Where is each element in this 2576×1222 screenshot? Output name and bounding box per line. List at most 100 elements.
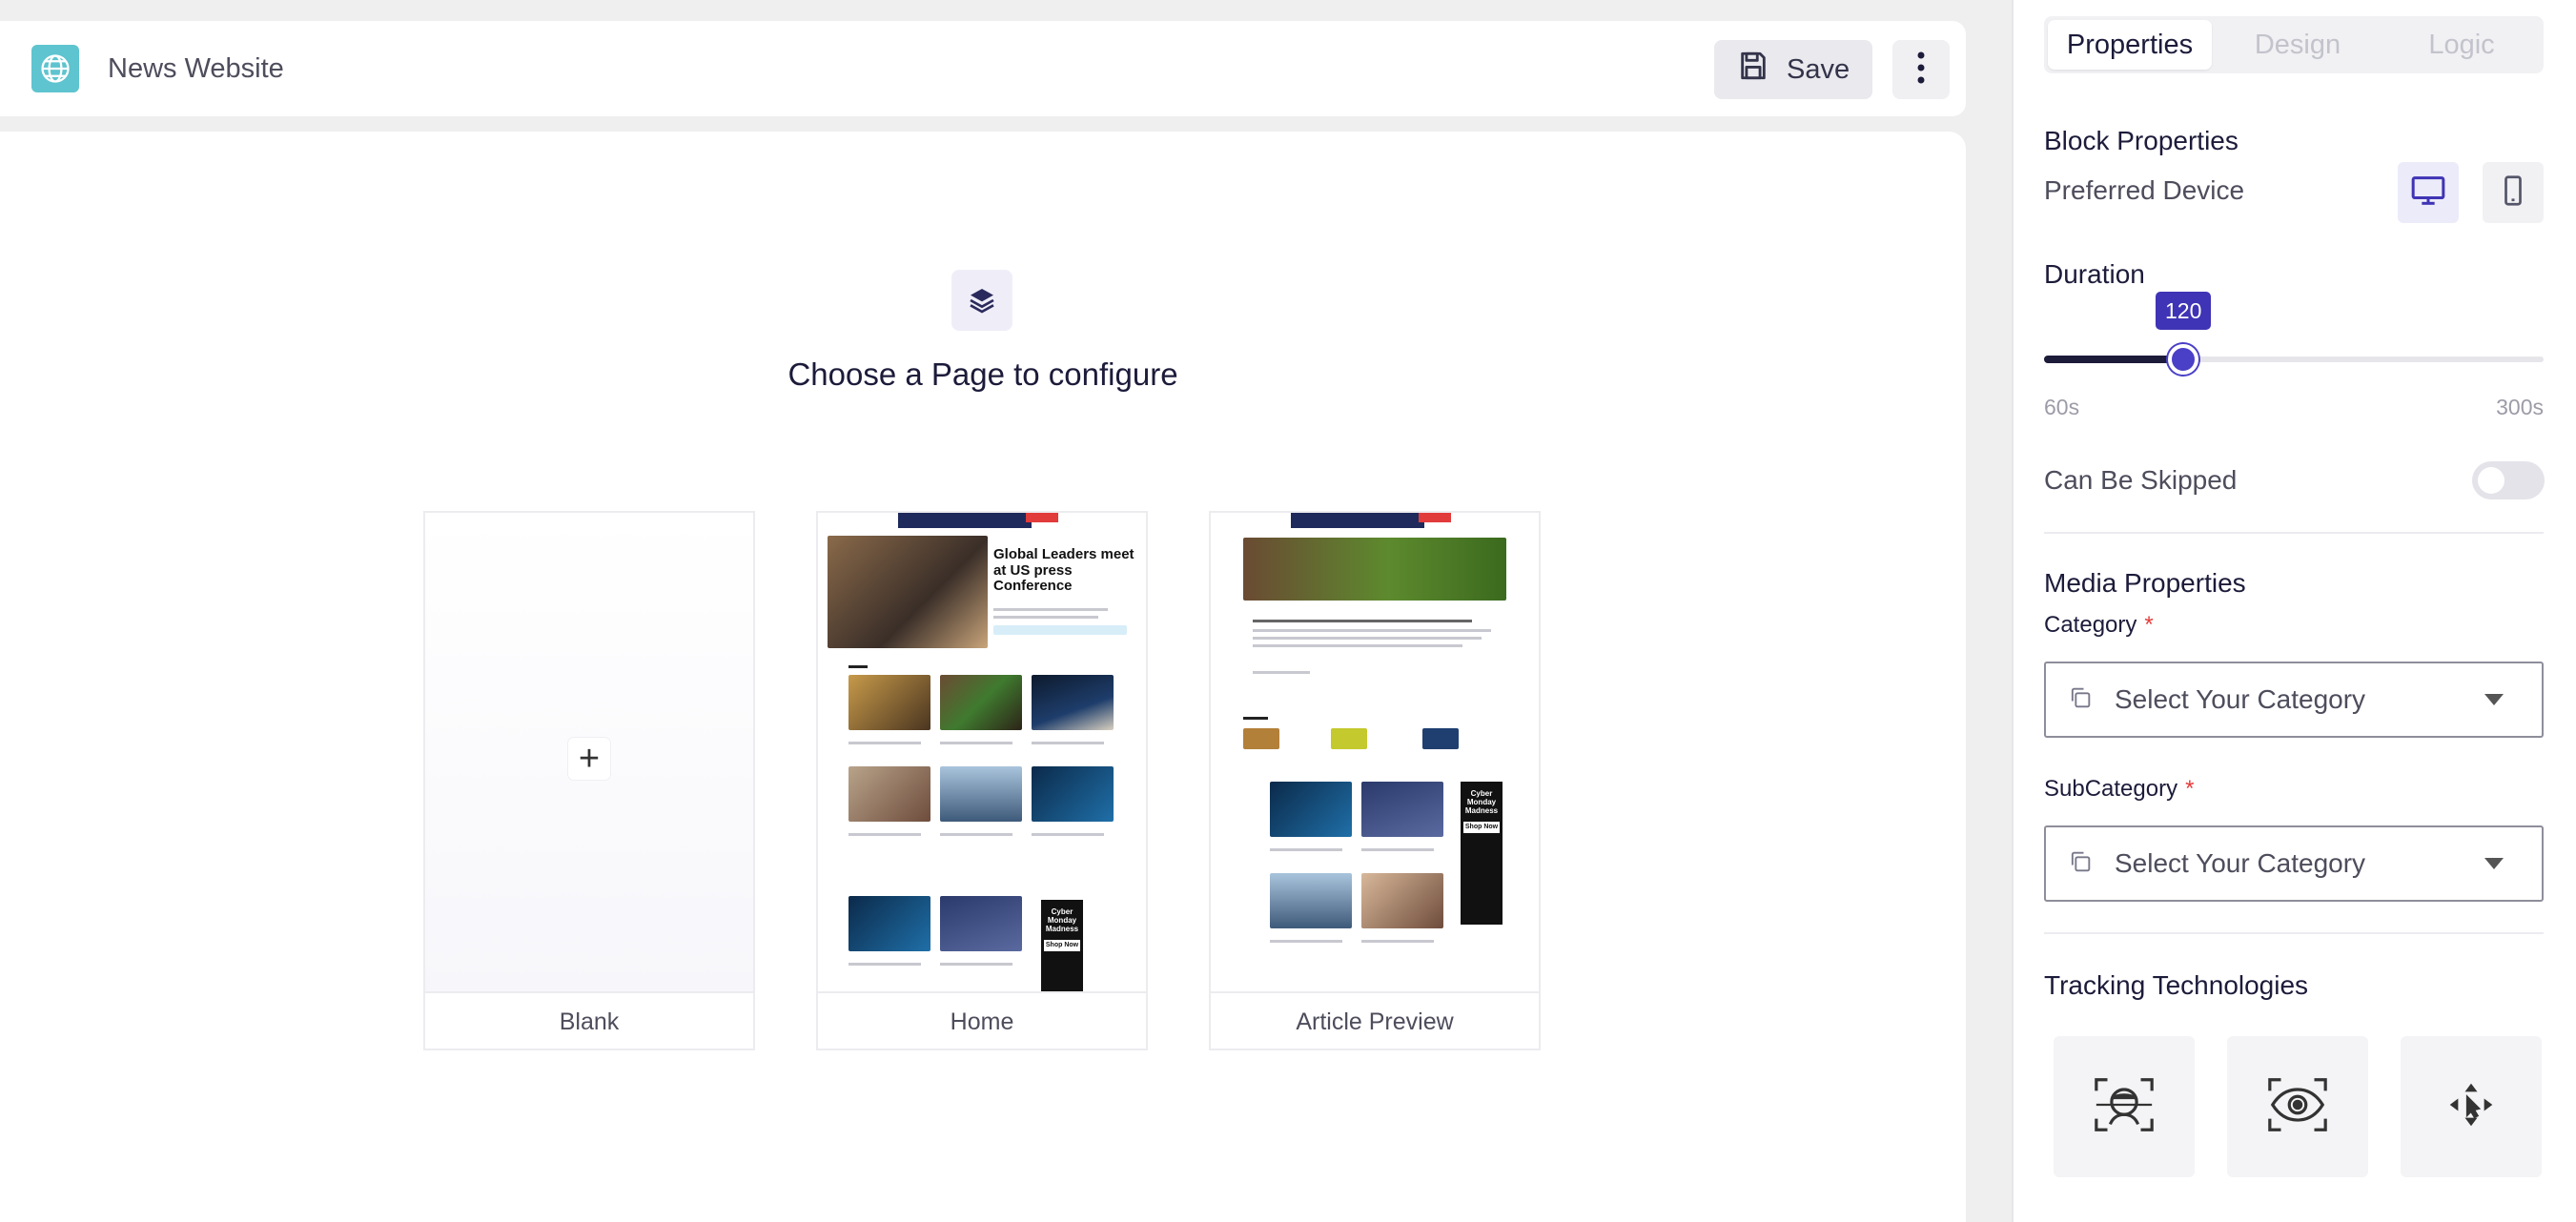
thumbnail-image <box>1361 873 1443 928</box>
thumbnail-badge <box>1026 513 1058 522</box>
thumbnail-text-line <box>1253 629 1491 632</box>
thumbnail-ad-button: Shop Now <box>1044 939 1080 951</box>
copy-icon <box>2067 848 2094 880</box>
vertical-dots-icon <box>1916 51 1926 90</box>
thumbnail-text-line <box>940 742 1012 744</box>
thumbnail-ad: Cyber Monday Madness Shop Now <box>1041 900 1083 993</box>
required-mark: * <box>2144 612 2154 638</box>
mobile-device-button[interactable] <box>2483 162 2544 223</box>
thumbnail-text-line <box>848 833 921 836</box>
thumbnail-text-line <box>993 608 1108 611</box>
subcategory-label-text: SubCategory <box>2044 776 2178 802</box>
can-be-skipped-label: Can Be Skipped <box>2044 465 2238 495</box>
thumbnail-text-line <box>1253 644 1462 647</box>
thumbnail-text-line <box>1361 940 1434 943</box>
properties-panel: Properties Design Logic Block Properties… <box>2012 0 2576 1222</box>
more-options-button[interactable] <box>1892 40 1950 99</box>
duration-max-label: 300s <box>2496 395 2544 419</box>
category-label: Category * <box>2044 612 2154 639</box>
thumbnail-text-line <box>940 963 1012 966</box>
eye-scan-icon <box>2264 1071 2331 1143</box>
thumbnail-search-bar <box>993 625 1127 635</box>
duration-min-label: 60s <box>2044 395 2080 419</box>
page-card-home[interactable]: Global Leaders meet at US press Conferen… <box>816 511 1148 1050</box>
tab-design[interactable]: Design <box>2216 16 2380 73</box>
subcategory-label: SubCategory * <box>2044 776 2194 803</box>
duration-value-tooltip: 120 <box>2156 292 2212 330</box>
thumbnail-text-line <box>1361 848 1434 851</box>
thumbnail-image <box>1331 728 1367 749</box>
duration-slider-handle[interactable] <box>2168 344 2198 375</box>
thumbnail-image <box>1243 728 1279 749</box>
thumbnail-headline: Global Leaders meet at US press Conferen… <box>993 546 1135 594</box>
thumbnail-image <box>1422 728 1459 749</box>
tab-logic[interactable]: Logic <box>2380 16 2544 73</box>
thumbnail-text-line <box>848 742 921 744</box>
thumbnail-text-line <box>1253 637 1482 640</box>
page-chooser-canvas: Choose a Page to configure + Blank Globa… <box>0 132 1966 1222</box>
page-thumbnail: Cyber Monday Madness Shop Now <box>1211 513 1539 993</box>
thumbnail-hero-image <box>828 536 988 648</box>
desktop-device-button[interactable] <box>2398 162 2459 223</box>
panel-tabs: Properties Design Logic <box>2044 16 2544 73</box>
thumbnail-image <box>940 675 1022 730</box>
desktop-icon <box>2409 172 2447 214</box>
copy-icon <box>2067 684 2094 716</box>
duration-title: Duration <box>2044 259 2145 289</box>
page-thumbnail: + <box>425 513 753 993</box>
subcategory-select-value: Select Your Category <box>2115 848 2366 878</box>
thumbnail-image <box>1270 782 1352 837</box>
can-be-skipped-toggle[interactable] <box>2472 461 2545 499</box>
page-thumbnail: Global Leaders meet at US press Conferen… <box>818 513 1146 993</box>
thumbnail-text-line <box>993 616 1098 619</box>
plus-icon[interactable]: + <box>568 738 610 780</box>
thumbnail-image <box>1361 782 1443 837</box>
page-card-article-preview[interactable]: Cyber Monday Madness Shop Now Article Pr… <box>1209 511 1541 1050</box>
page-card-label: Home <box>818 991 1146 1049</box>
pointer-scan-icon <box>2443 1076 2500 1138</box>
thumbnail-text-line <box>1032 833 1104 836</box>
thumbnail-image <box>848 675 930 730</box>
thumbnail-ad-button: Shop Now <box>1463 821 1500 833</box>
thumbnail-ad: Cyber Monday Madness Shop Now <box>1461 782 1503 925</box>
chevron-down-icon <box>2484 858 2504 869</box>
tracking-technologies-title: Tracking Technologies <box>2044 970 2309 1000</box>
media-properties-title: Media Properties <box>2044 568 2246 598</box>
thumbnail-text-line <box>1253 620 1472 622</box>
block-properties-title: Block Properties <box>2044 126 2239 155</box>
eye-tracking-option[interactable] <box>2227 1036 2368 1177</box>
thumbnail-ad-text: Cyber Monday Madness <box>1464 789 1499 816</box>
pointer-tracking-option[interactable] <box>2401 1036 2542 1177</box>
duration-slider-fill <box>2044 356 2183 363</box>
globe-icon <box>31 45 79 92</box>
editor-header: News Website Save <box>0 21 1966 116</box>
thumbnail-image <box>1032 766 1114 822</box>
site-title: News Website <box>108 53 284 84</box>
thumbnail-text-line <box>1032 742 1104 744</box>
subcategory-select[interactable]: Select Your Category <box>2044 825 2544 902</box>
layers-icon <box>951 270 1012 331</box>
thumbnail-section-label <box>1243 717 1268 720</box>
page-chooser-title: Choose a Page to configure <box>787 356 1178 392</box>
preferred-device-label: Preferred Device <box>2044 175 2245 205</box>
save-button-label: Save <box>1787 53 1850 85</box>
face-tracking-option[interactable] <box>2054 1036 2195 1177</box>
page-card-blank[interactable]: + Blank <box>423 511 755 1050</box>
thumbnail-ad-text: Cyber Monday Madness <box>1045 907 1079 934</box>
page-card-label: Blank <box>425 991 753 1049</box>
thumbnail-image <box>940 896 1022 951</box>
save-button[interactable]: Save <box>1714 40 1872 99</box>
thumbnail-text-line <box>1253 671 1310 674</box>
thumbnail-image <box>848 766 930 822</box>
thumbnail-section-label <box>848 665 868 668</box>
category-select-value: Select Your Category <box>2115 684 2366 714</box>
chevron-down-icon <box>2484 694 2504 705</box>
section-divider <box>2044 932 2544 934</box>
thumbnail-hero-image <box>1243 538 1506 601</box>
section-divider <box>2044 532 2544 534</box>
category-label-text: Category <box>2044 612 2137 638</box>
thumbnail-image <box>940 766 1022 822</box>
thumbnail-text-line <box>940 833 1012 836</box>
tab-properties[interactable]: Properties <box>2048 20 2212 70</box>
category-select[interactable]: Select Your Category <box>2044 662 2544 738</box>
